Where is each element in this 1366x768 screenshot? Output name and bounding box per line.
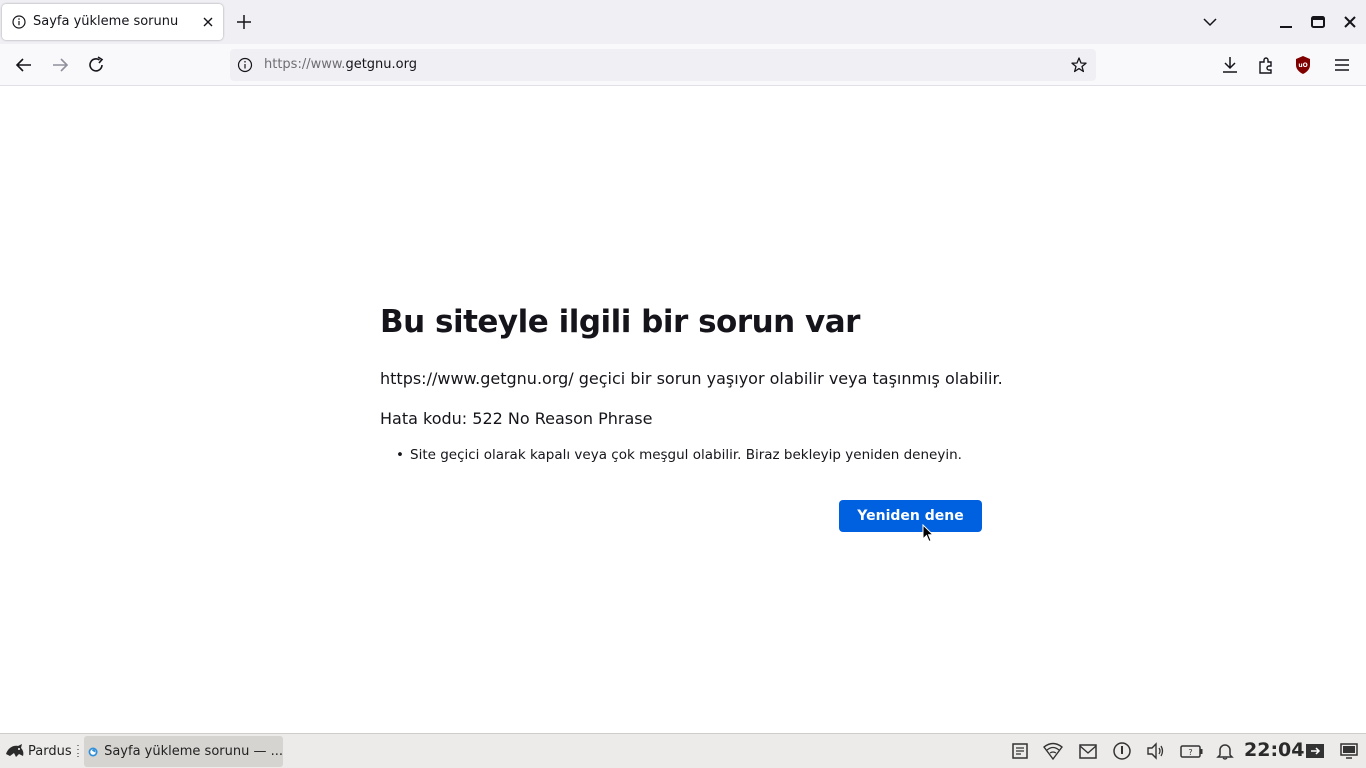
plus-icon[interactable]	[234, 12, 254, 32]
desktop-icon[interactable]	[1339, 741, 1359, 761]
start-menu-label: Pardus	[28, 743, 72, 759]
pardus-logo-icon	[6, 744, 24, 757]
error-code: Hata kodu: 522 No Reason Phrase	[380, 409, 653, 428]
page-title: Bu siteyle ilgili bir sorun var	[380, 304, 860, 340]
svg-text:uO: uO	[1298, 62, 1307, 69]
clipboard-icon[interactable]	[1112, 741, 1132, 761]
logout-icon[interactable]	[1305, 741, 1325, 761]
bell-icon[interactable]	[1215, 741, 1235, 761]
info-icon[interactable]	[237, 57, 253, 73]
ublock-icon[interactable]: uO	[1292, 54, 1314, 76]
separator-handle-icon	[77, 745, 79, 757]
chevron-down-icon[interactable]	[1200, 12, 1220, 32]
url-prefix: https://www.	[264, 57, 346, 72]
minimize-icon[interactable]	[1276, 12, 1296, 32]
download-icon[interactable]	[1219, 54, 1241, 76]
window-close-icon[interactable]	[1340, 12, 1360, 32]
taskbar-window-firefox[interactable]: Sayfa yükleme sorunu — ...	[84, 736, 283, 767]
mouse-cursor-icon	[922, 524, 934, 543]
tab-strip: Sayfa yükleme sorunu	[0, 0, 1366, 44]
taskbar: Pardus Sayfa yükleme sorunu — ... ? 22:0…	[0, 733, 1366, 768]
suggestion-list: • Site geçici olarak kapalı veya çok meşg…	[396, 447, 962, 463]
firefox-icon	[88, 747, 98, 756]
menu-icon[interactable]	[1331, 54, 1353, 76]
reload-icon[interactable]	[85, 54, 107, 76]
maximize-icon[interactable]	[1308, 12, 1328, 32]
error-page: Bu siteyle ilgili bir sorun var https://…	[0, 86, 1366, 733]
error-description: https://www.getgnu.org/ geçici bir sorun…	[380, 369, 1003, 388]
volume-icon[interactable]	[1145, 741, 1165, 761]
forward-arrow-icon[interactable]	[49, 54, 71, 76]
navigation-toolbar: https://www.getgnu.org uO	[0, 44, 1366, 86]
svg-text:?: ?	[1188, 748, 1192, 757]
url-text[interactable]: https://www.getgnu.org	[264, 57, 417, 72]
url-bar[interactable]: https://www.getgnu.org	[230, 49, 1096, 81]
extensions-icon[interactable]	[1255, 54, 1277, 76]
url-host: getgnu.org	[345, 57, 417, 72]
wifi-icon[interactable]	[1043, 741, 1063, 761]
close-icon[interactable]	[199, 13, 217, 31]
tab-active[interactable]: Sayfa yükleme sorunu	[2, 4, 223, 40]
mail-icon[interactable]	[1078, 741, 1098, 761]
back-arrow-icon[interactable]	[13, 54, 35, 76]
retry-button[interactable]: Yeniden dene	[839, 500, 982, 532]
start-menu-button[interactable]: Pardus	[4, 740, 72, 762]
tab-title: Sayfa yükleme sorunu	[33, 14, 179, 29]
info-icon	[12, 15, 26, 29]
bullet-icon: •	[396, 447, 404, 463]
star-icon[interactable]	[1070, 56, 1088, 74]
taskbar-window-label: Sayfa yükleme sorunu — ...	[104, 744, 283, 759]
list-item: Site geçici olarak kapalı veya çok meşgu…	[410, 447, 962, 463]
notes-icon[interactable]	[1010, 741, 1030, 761]
clock[interactable]: 22:04	[1244, 739, 1304, 761]
battery-icon[interactable]: ?	[1180, 741, 1204, 761]
